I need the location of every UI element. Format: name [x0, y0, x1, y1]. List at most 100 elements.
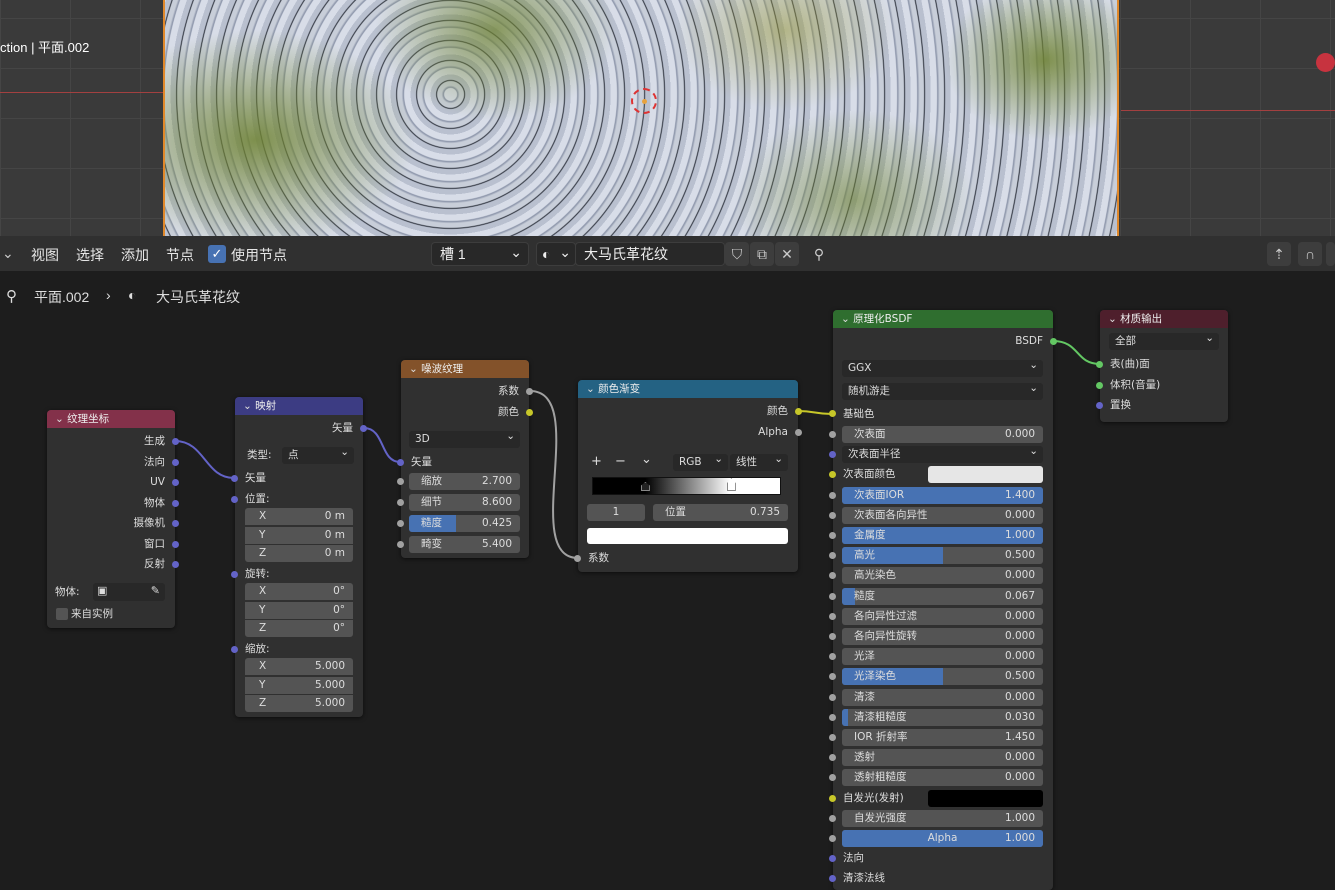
slot-select[interactable]: 槽 1 ⌄ — [431, 242, 529, 266]
use-nodes-checkbox[interactable]: ✓ — [208, 245, 226, 263]
eyedropper-icon[interactable]: ✎ — [151, 584, 160, 597]
stop-position-field[interactable]: 位置 0.735 — [653, 504, 788, 521]
input-vector-socket[interactable] — [231, 475, 238, 482]
output-color-socket[interactable] — [526, 409, 533, 416]
bsdf-field[interactable]: 光泽 0.000 — [842, 648, 1043, 666]
base-color-socket[interactable] — [829, 410, 836, 417]
node-material-output[interactable]: 材质输出 全部 表(曲)面体积(音量) 置换 — [1096, 310, 1228, 422]
output-vector-socket[interactable] — [360, 425, 367, 432]
input-socket[interactable] — [829, 693, 836, 701]
bsdf-select[interactable]: 次表面半径 — [842, 443, 1043, 464]
input-socket[interactable] — [1096, 361, 1103, 368]
output-socket[interactable] — [172, 499, 179, 507]
input-socket[interactable] — [829, 471, 836, 479]
vector-component-field[interactable]: Z 0° — [245, 620, 353, 637]
input-socket[interactable] — [829, 713, 836, 721]
color-stop-handle[interactable] — [726, 478, 736, 491]
distribution-select[interactable]: GGX — [842, 357, 1043, 377]
vector-component-field[interactable]: Y 0° — [245, 601, 353, 619]
input-socket[interactable] — [1096, 381, 1103, 389]
gizmo-x-axis-icon[interactable] — [1316, 53, 1335, 72]
vector-component-field[interactable]: X 5.000 — [245, 658, 353, 675]
input-socket[interactable] — [829, 633, 836, 640]
menu-node[interactable]: 节点 — [166, 245, 194, 265]
scale-socket[interactable] — [231, 646, 238, 653]
input-socket[interactable] — [829, 592, 836, 600]
output-socket[interactable] — [172, 561, 179, 568]
output-bsdf-socket[interactable] — [1050, 338, 1057, 345]
ramp-menu-button[interactable]: ⌄ — [641, 453, 652, 467]
output-socket[interactable] — [172, 458, 179, 466]
node-principled-bsdf[interactable]: 原理化BSDF BSDF GGX 随机游走 基础色 次表面 0.000 次表面半径次… — [829, 310, 1057, 890]
node-color-ramp[interactable]: 颜色渐变 颜色 Alpha + − ⌄ RGB 线性 1 位置0.735 系数 — [574, 380, 802, 572]
bsdf-field[interactable]: 高光 0.500 — [842, 547, 1043, 565]
input-fac-socket[interactable] — [574, 555, 581, 562]
input-socket[interactable] — [829, 532, 836, 539]
overflow-button[interactable] — [1326, 242, 1335, 266]
input-socket[interactable] — [829, 774, 836, 782]
node-noise-texture[interactable]: 噪波纹理 系数 颜色 3D 矢量 缩放 2.700 细节 8.600 糙度 0.425 畸变… — [397, 360, 533, 558]
noise-field[interactable]: 细节 8.600 — [409, 494, 520, 511]
parent-node-tree-icon[interactable]: ⇡ — [1267, 242, 1291, 266]
input-socket[interactable] — [829, 491, 836, 499]
input-socket[interactable] — [397, 499, 404, 506]
add-stop-button[interactable]: + — [591, 455, 602, 469]
vector-component-field[interactable]: Y 5.000 — [245, 676, 353, 694]
output-socket[interactable] — [172, 540, 179, 548]
vector-component-field[interactable]: Y 0 m — [245, 526, 353, 544]
color-swatch[interactable] — [928, 789, 1043, 807]
input-socket[interactable] — [829, 612, 836, 620]
input-socket[interactable] — [397, 541, 404, 548]
3d-viewport[interactable]: ction | 平面.002 — [0, 0, 1335, 236]
noise-field[interactable]: 糙度 0.425 — [409, 515, 520, 532]
input-socket[interactable] — [397, 520, 404, 527]
menu-select[interactable]: 选择 — [76, 245, 104, 265]
input-socket[interactable] — [829, 511, 836, 519]
rotation-socket[interactable] — [231, 571, 238, 578]
bsdf-field[interactable]: 次表面IOR 1.400 — [842, 486, 1043, 504]
input-socket[interactable] — [829, 451, 836, 459]
dimensions-select[interactable]: 3D — [409, 428, 520, 448]
bsdf-field[interactable]: 透射 0.000 — [842, 749, 1043, 767]
pin-icon[interactable]: ⚲ — [807, 242, 831, 266]
node-mapping[interactable]: 映射 矢量 类型: 点 矢量 位置: X0 mY0 mZ0 m 旋转: X0°Y… — [231, 397, 367, 717]
output-target-select[interactable]: 全部 — [1109, 330, 1219, 350]
output-socket[interactable] — [172, 520, 179, 527]
from-instance-checkbox[interactable] — [56, 608, 68, 620]
bsdf-field[interactable]: 清漆粗糙度 0.030 — [842, 708, 1043, 726]
node-texture-coordinate[interactable]: 纹理坐标 生成法向 UV 物体摄像机窗口反射 物体: ▣ ✎ 来自实例 — [47, 410, 179, 628]
input-socket[interactable] — [829, 835, 836, 842]
interpolation-select[interactable]: 线性 — [730, 451, 788, 471]
bsdf-field[interactable]: 高光染色 0.000 — [842, 567, 1043, 585]
mapping-type-select[interactable]: 点 — [282, 444, 354, 464]
input-socket[interactable] — [829, 875, 836, 883]
bsdf-field[interactable]: 金属度 1.000 — [842, 527, 1043, 544]
location-socket[interactable] — [231, 496, 238, 503]
vector-component-field[interactable]: X 0 m — [245, 508, 353, 525]
input-socket[interactable] — [397, 478, 404, 485]
bsdf-field[interactable]: 各向异性过滤 0.000 — [842, 607, 1043, 625]
color-stop-handle[interactable] — [640, 482, 650, 491]
textured-plane[interactable] — [163, 0, 1119, 236]
menu-view[interactable]: 视图 — [31, 245, 59, 265]
output-socket[interactable] — [172, 479, 179, 486]
input-socket[interactable] — [829, 572, 836, 580]
bsdf-field[interactable]: 清漆 0.000 — [842, 688, 1043, 706]
bsdf-field[interactable]: Alpha 1.000 — [842, 830, 1043, 847]
editor-type-chevron-icon[interactable]: ⌄ — [2, 245, 14, 262]
snap-icon[interactable]: ∩ — [1298, 242, 1322, 266]
vector-component-field[interactable]: X 0° — [245, 583, 353, 600]
active-stop-index[interactable]: 1 — [587, 504, 645, 521]
input-socket[interactable] — [829, 814, 836, 822]
output-color-socket[interactable] — [795, 408, 802, 415]
input-socket[interactable] — [829, 754, 836, 762]
bsdf-field[interactable]: IOR 折射率 1.450 — [842, 729, 1043, 746]
input-socket[interactable] — [829, 855, 836, 863]
vector-component-field[interactable]: Z 5.000 — [245, 695, 353, 712]
object-field[interactable]: ▣ ✎ — [93, 583, 165, 601]
duplicate-material-icon[interactable]: ⧉ — [750, 242, 774, 266]
bsdf-field[interactable]: 次表面 0.000 — [842, 426, 1043, 443]
material-browse-button[interactable]: ◐ ⌄ — [536, 242, 576, 266]
menu-add[interactable]: 添加 — [121, 245, 149, 265]
input-socket[interactable] — [829, 552, 836, 560]
